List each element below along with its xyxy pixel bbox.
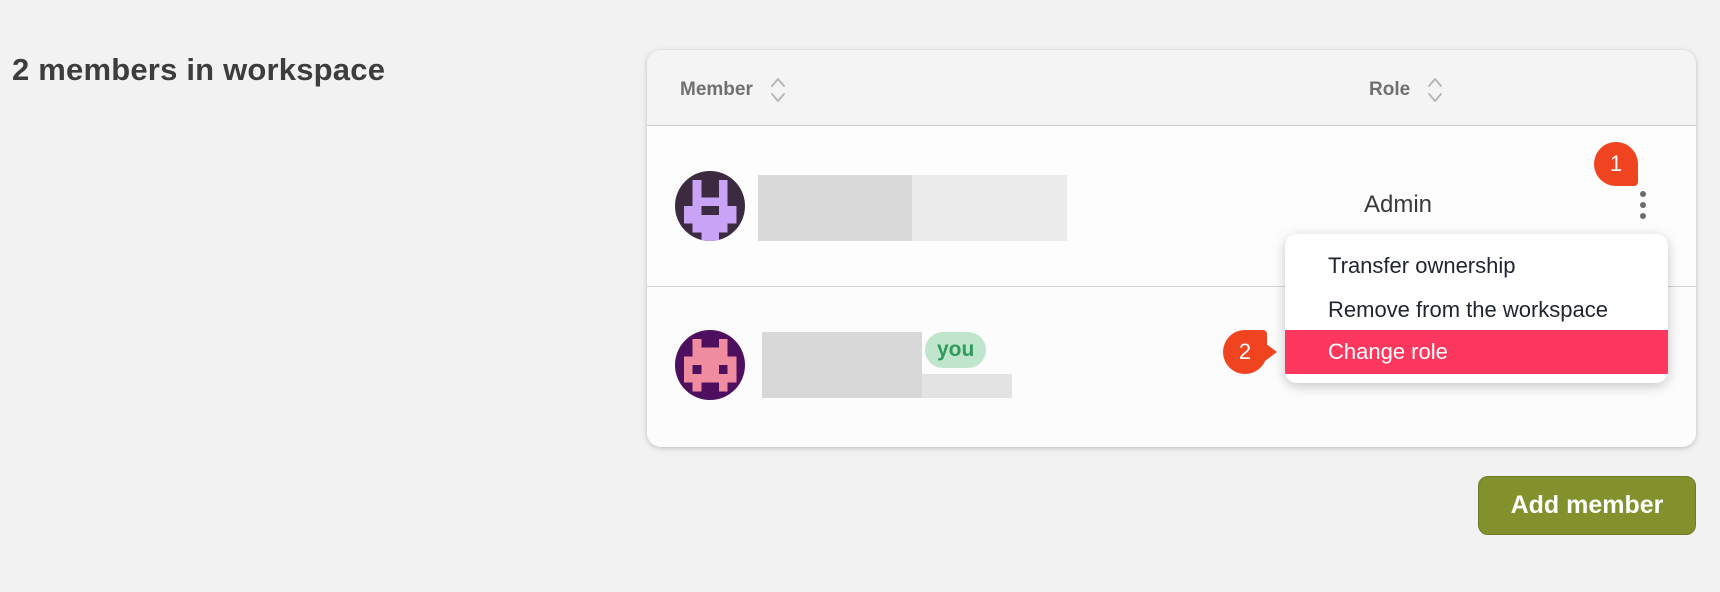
annotation-marker-2-label: 2 <box>1238 339 1252 364</box>
annotation-marker-1: 1 <box>1594 142 1638 186</box>
member-email-redacted <box>912 175 1067 241</box>
marker-pointer-icon <box>1265 343 1277 361</box>
member-actions-menu: Transfer ownership Remove from the works… <box>1285 234 1668 383</box>
column-member-label: Member <box>680 79 753 100</box>
page-title: 2 members in workspace <box>12 52 386 87</box>
member-name-redacted <box>758 175 912 241</box>
sort-icon[interactable] <box>769 76 787 104</box>
add-member-button[interactable]: Add member <box>1478 476 1696 535</box>
kebab-menu-icon[interactable] <box>1635 187 1651 223</box>
member-name-redacted <box>762 332 922 398</box>
menu-item-transfer-ownership[interactable]: Transfer ownership <box>1285 244 1668 288</box>
column-role[interactable]: Role <box>1369 76 1444 104</box>
role-value: Admin <box>1364 191 1433 218</box>
sort-icon[interactable] <box>1426 76 1444 104</box>
avatar <box>675 171 745 241</box>
avatar <box>675 330 745 400</box>
table-header: Member Role <box>647 50 1696 126</box>
menu-item-change-role[interactable]: Change role <box>1285 330 1668 374</box>
column-role-label: Role <box>1369 79 1411 100</box>
member-email-redacted <box>922 374 1012 398</box>
annotation-marker-2: 2 <box>1223 330 1277 374</box>
you-badge: you <box>925 332 987 368</box>
menu-item-remove-from-workspace[interactable]: Remove from the workspace <box>1285 288 1668 332</box>
column-member[interactable]: Member <box>680 76 787 104</box>
annotation-marker-1-label: 1 <box>1609 151 1623 176</box>
